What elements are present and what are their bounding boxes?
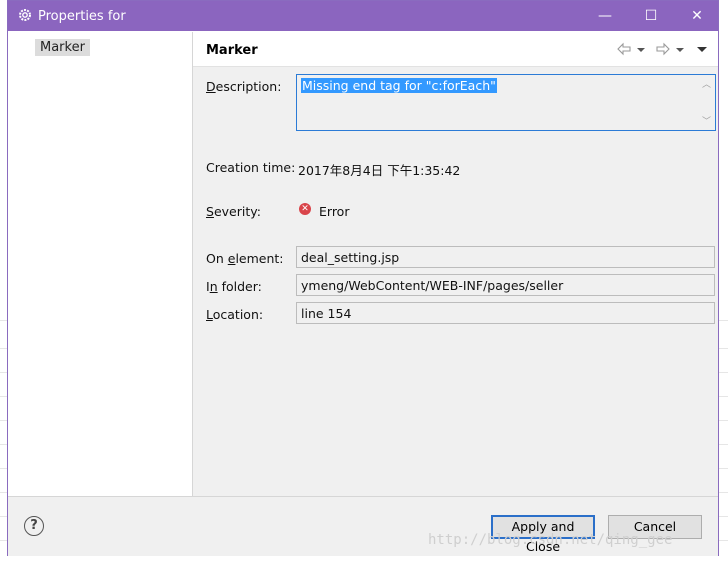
properties-page: Marker Description: Missing end tag for … bbox=[193, 32, 718, 496]
scroll-down-icon[interactable]: ﹀ bbox=[702, 114, 711, 127]
chevron-down-icon[interactable] bbox=[637, 42, 645, 56]
in-folder-label: In folder: bbox=[206, 279, 262, 294]
description-field[interactable]: Missing end tag for "c:forEach" ︿ ﹀ bbox=[296, 74, 716, 131]
in-folder-field[interactable]: ymeng/WebContent/WEB-INF/pages/seller bbox=[296, 274, 715, 296]
description-value: Missing end tag for "c:forEach" bbox=[301, 78, 497, 93]
description-label: Description: bbox=[206, 79, 282, 94]
help-icon[interactable]: ? bbox=[24, 516, 44, 536]
on-element-field[interactable]: deal_setting.jsp bbox=[296, 246, 715, 268]
creation-time-label: Creation time: bbox=[206, 160, 296, 175]
menu-down-icon[interactable] bbox=[696, 42, 708, 56]
severity-value: Error bbox=[319, 204, 350, 219]
close-button[interactable]: ✕ bbox=[674, 1, 720, 31]
minimize-button[interactable]: — bbox=[582, 1, 628, 31]
window-title: Properties for bbox=[38, 9, 126, 24]
maximize-button[interactable]: ☐ bbox=[628, 1, 674, 31]
arrow-right-icon[interactable] bbox=[656, 42, 670, 56]
scroll-up-icon[interactable]: ︿ bbox=[702, 77, 711, 90]
page-header: Marker bbox=[193, 32, 718, 67]
title-bar[interactable]: Properties for — ☐ ✕ bbox=[8, 1, 718, 31]
error-icon: ✕ bbox=[299, 203, 311, 215]
location-field[interactable]: line 154 bbox=[296, 302, 715, 324]
location-label: Location: bbox=[206, 307, 264, 322]
page-tree: Marker bbox=[8, 32, 193, 496]
severity-label: Severity: bbox=[206, 204, 261, 219]
page-title: Marker bbox=[206, 43, 258, 58]
creation-time-value: 2017年8月4日 下午1:35:42 bbox=[298, 163, 461, 178]
gear-icon bbox=[19, 9, 31, 21]
properties-dialog: Properties for — ☐ ✕ Marker Marker Descr… bbox=[7, 0, 719, 556]
arrow-left-icon[interactable] bbox=[617, 42, 631, 56]
chevron-down-icon[interactable] bbox=[676, 42, 684, 56]
on-element-label: On element: bbox=[206, 251, 284, 266]
description-scrollbar[interactable]: ︿ ﹀ bbox=[700, 76, 714, 129]
watermark: http://blog.csdn.net/qing_gee bbox=[428, 532, 673, 548]
tree-item-marker[interactable]: Marker bbox=[35, 39, 90, 56]
